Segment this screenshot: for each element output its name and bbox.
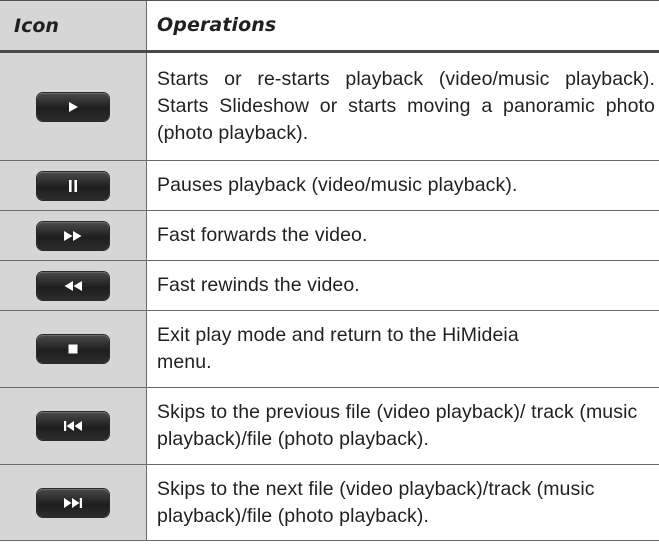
operation-text: Exit play mode and return to the HiMidei…: [157, 324, 519, 373]
skip-next-icon: [64, 497, 82, 508]
operation-text: Skips to the next file (video playback)/…: [157, 477, 595, 527]
fast-forward-icon: [64, 230, 82, 241]
operations-table: Icon Operations Starts or re-starts play…: [0, 0, 659, 541]
table-row: Skips to the next file (video playback)/…: [0, 465, 659, 541]
table-row: Fast forwards the video.: [0, 211, 659, 261]
icon-cell: [0, 53, 147, 160]
fast-rewind-icon: [64, 280, 82, 291]
header-icon-cell: Icon: [0, 1, 147, 50]
stop-button: [37, 335, 109, 363]
header-operations-cell: Operations: [147, 1, 659, 50]
icon-cell: [0, 261, 147, 310]
icon-cell: [0, 161, 147, 210]
table-row: Starts or re-starts playback (video/musi…: [0, 53, 659, 161]
operation-text-cell: Pauses playback (video/music playback).: [147, 161, 659, 210]
pause-button: [37, 171, 109, 200]
operation-text-cell: Exit play mode and return to the HiMidei…: [147, 311, 659, 387]
operation-text-cell: Skips to the previous file (video playba…: [147, 388, 659, 464]
table-row: Exit play mode and return to the HiMidei…: [0, 311, 659, 388]
operation-text: Pauses playback (video/music playback).: [157, 174, 518, 196]
operation-text-cell: Starts or re-starts playback (video/musi…: [147, 53, 659, 160]
operation-text-cell: Fast forwards the video.: [147, 211, 659, 260]
operation-text-cell: Fast rewinds the video.: [147, 261, 659, 310]
operation-text: Fast rewinds the video.: [157, 274, 360, 296]
table-row: Fast rewinds the video.: [0, 261, 659, 311]
header-operations-label: Operations: [157, 14, 277, 36]
skip-previous-button: [37, 412, 109, 440]
table-row: Pauses playback (video/music playback).: [0, 161, 659, 211]
icon-cell: [0, 311, 147, 387]
play-icon: [69, 101, 78, 112]
icon-cell: [0, 465, 147, 540]
operation-text: Skips to the previous file (video playba…: [157, 401, 638, 450]
skip-previous-icon: [64, 421, 82, 431]
stop-icon: [68, 344, 78, 354]
operation-text: Fast forwards the video.: [157, 224, 368, 246]
skip-next-button: [37, 488, 109, 517]
pause-icon: [69, 179, 77, 192]
icon-cell: [0, 388, 147, 464]
fast-forward-button: [37, 221, 109, 250]
play-button: [37, 92, 109, 121]
operation-text: Starts or re-starts playback (video/musi…: [157, 68, 655, 144]
table-header: Icon Operations: [0, 1, 659, 53]
icon-cell: [0, 211, 147, 260]
operation-text-cell: Skips to the next file (video playback)/…: [147, 465, 659, 540]
header-icon-label: Icon: [14, 14, 59, 37]
table-row: Skips to the previous file (video playba…: [0, 388, 659, 465]
fast-rewind-button: [37, 271, 109, 300]
